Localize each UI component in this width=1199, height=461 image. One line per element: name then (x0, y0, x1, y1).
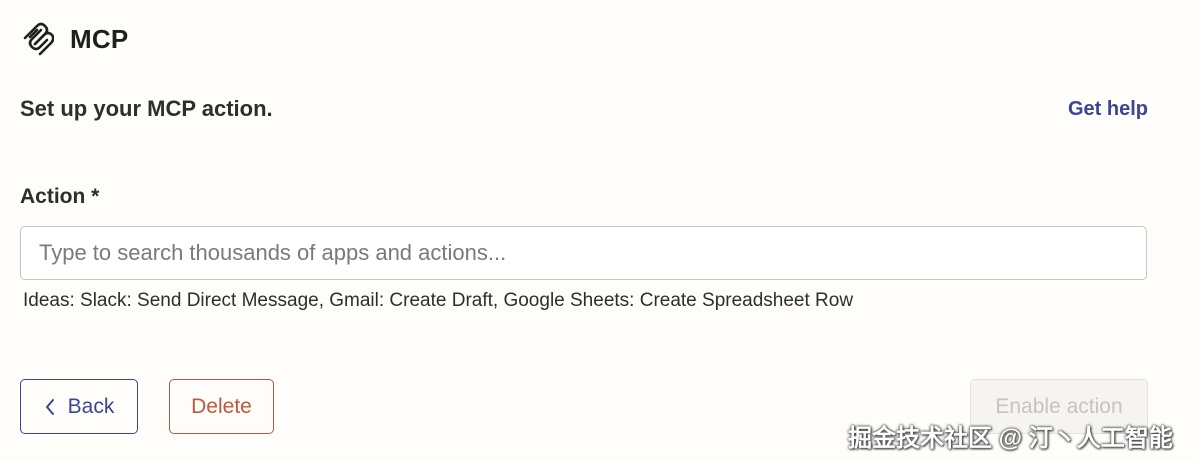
get-help-link[interactable]: Get help (1068, 98, 1148, 121)
setup-title: Set up your MCP action. (20, 96, 273, 121)
setup-row: Set up your MCP action. Get help (20, 96, 1148, 122)
action-field-label: Action * (20, 185, 100, 208)
action-search-input[interactable] (20, 226, 1147, 280)
watermark: 掘金技术社区 @ 汀丶人工智能 (848, 425, 1173, 452)
back-button-label: Back (67, 394, 115, 418)
mcp-logo-icon (23, 22, 54, 56)
enable-action-button-label: Enable action (995, 394, 1123, 418)
delete-button-label: Delete (191, 394, 252, 418)
app-header: MCP (22, 20, 128, 58)
app-title: MCP (70, 23, 129, 54)
action-ideas-hint: Ideas: Slack: Send Direct Message, Gmail… (23, 290, 854, 311)
delete-button[interactable]: Delete (169, 379, 274, 434)
chevron-left-icon (45, 398, 54, 415)
back-button[interactable]: Back (20, 379, 138, 434)
